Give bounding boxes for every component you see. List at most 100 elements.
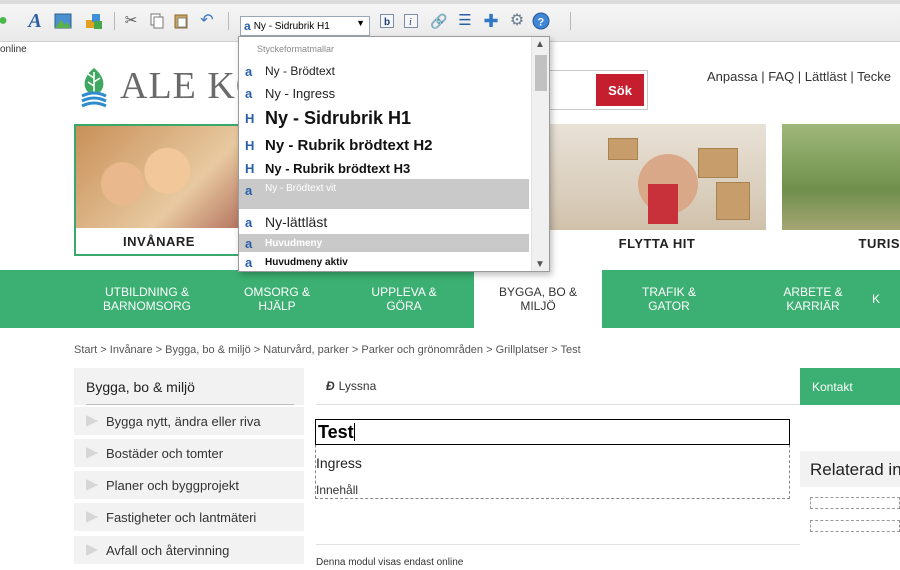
image-icon[interactable] bbox=[54, 12, 72, 30]
contact-box[interactable]: Kontakt bbox=[800, 368, 900, 405]
copy-icon[interactable] bbox=[148, 12, 166, 30]
toolbar-separator bbox=[228, 12, 229, 30]
module-note: Denna modul visas endast online bbox=[316, 557, 464, 568]
style-option-label: Ny - Brödtext bbox=[265, 64, 336, 78]
svg-text:b: b bbox=[384, 17, 390, 28]
subnav-title[interactable]: Bygga, bo & miljö bbox=[74, 368, 304, 405]
chevron-down-icon: ▼ bbox=[356, 18, 365, 28]
page-title-field[interactable]: Test bbox=[315, 419, 790, 445]
paste-icon[interactable] bbox=[172, 12, 190, 30]
undo-icon[interactable]: ↶ bbox=[198, 12, 216, 30]
tile-caption: INVÅNARE bbox=[76, 228, 242, 254]
scrollbar-thumb[interactable] bbox=[535, 55, 547, 91]
chevron-right-icon bbox=[86, 415, 98, 427]
cms-editor-page: ● A ✂ ↶ a Ny - Sidrubrik H1 ▼ b i 🔗 ☰ ✚ … bbox=[0, 0, 900, 570]
ingress-field[interactable]: Ingress bbox=[316, 455, 362, 471]
subnav-item[interactable]: Avfall och återvinning bbox=[74, 534, 304, 564]
toolbar-separator bbox=[114, 12, 115, 30]
content-field[interactable]: Innehåll bbox=[316, 483, 358, 497]
cut-icon[interactable]: ✂ bbox=[122, 12, 140, 30]
style-option[interactable]: a Ny - Brödtext bbox=[239, 61, 529, 81]
link-icon[interactable]: 🔗 bbox=[430, 12, 448, 30]
toolbar-separator bbox=[570, 12, 571, 30]
paragraph-style-dropdown: Styckeformatmallar a Ny - Brödtext a Ny - … bbox=[238, 36, 550, 272]
logo-icon bbox=[81, 68, 107, 108]
chevron-up-icon[interactable]: ▲ bbox=[535, 39, 545, 50]
chevron-right-icon bbox=[86, 544, 98, 556]
chevron-right-icon bbox=[86, 479, 98, 491]
nav-arbete[interactable]: ARBETE & KARRIÄR bbox=[736, 270, 890, 328]
style-option-selected[interactable]: a Ny - Brödtext vit bbox=[239, 179, 529, 209]
style-option-label: Huvudmeny bbox=[265, 237, 323, 249]
top-strip bbox=[0, 0, 900, 4]
text-caret bbox=[353, 423, 355, 441]
style-option-label: Ny-lättläst bbox=[265, 214, 328, 230]
heading-style-icon: H bbox=[245, 137, 255, 153]
related-placeholder[interactable] bbox=[810, 497, 900, 509]
style-option[interactable]: a Ny-lättläst bbox=[239, 211, 529, 233]
search-button[interactable]: Sök bbox=[596, 74, 644, 106]
paragraph-style-icon: a bbox=[245, 85, 253, 101]
component-icon[interactable] bbox=[84, 12, 102, 30]
list-icon[interactable]: ☰ bbox=[456, 12, 474, 30]
subnav-item[interactable]: Planer och byggprojekt bbox=[74, 469, 304, 499]
listen-button[interactable]: Ð Lyssna bbox=[326, 379, 376, 393]
circle-icon[interactable]: ● bbox=[0, 12, 12, 30]
tile-turism[interactable]: TURIS bbox=[782, 124, 900, 256]
nav-bygga[interactable]: BYGGA, BO & MILJÖ bbox=[474, 270, 602, 328]
paragraph-style-icon: a bbox=[245, 63, 253, 79]
nav-line: MILJÖ bbox=[520, 299, 556, 313]
style-option[interactable]: H Ny - Rubrik brödtext H3 bbox=[239, 158, 529, 178]
online-label: online bbox=[0, 44, 27, 55]
dropdown-scrollbar[interactable]: ▲ ▼ bbox=[531, 37, 549, 271]
related-placeholder[interactable] bbox=[810, 520, 900, 532]
insert-icon[interactable]: ✚ bbox=[482, 12, 500, 30]
top-links[interactable]: Anpassa | FAQ | Lättläst | Tecke bbox=[707, 69, 891, 84]
heading-style-icon: H bbox=[245, 160, 255, 176]
italic-icon[interactable]: i bbox=[402, 12, 420, 30]
style-option-label: Ny - Brödtext vit bbox=[265, 183, 337, 194]
tile-invanare[interactable]: INVÅNARE bbox=[74, 124, 244, 256]
paragraph-style-icon: a bbox=[245, 254, 253, 270]
style-option-label: Ny - Ingress bbox=[265, 85, 336, 101]
style-option-label: Huvudmeny aktiv bbox=[265, 256, 348, 268]
divider bbox=[316, 404, 800, 405]
paragraph-style-icon: a bbox=[245, 214, 253, 230]
subnav-item[interactable]: Bostäder och tomter bbox=[74, 437, 304, 467]
nav-omsorg[interactable]: OMSORG & HJÄLP bbox=[220, 270, 334, 328]
style-option[interactable]: H Ny - Sidrubrik H1 bbox=[239, 105, 529, 131]
subnav-item[interactable]: Fastigheter och lantmäteri bbox=[74, 501, 304, 531]
help-icon[interactable]: ? bbox=[532, 12, 550, 30]
nav-line: KARRIÄR bbox=[786, 299, 840, 313]
subnav-item-label: Fastigheter och lantmäteri bbox=[106, 509, 257, 525]
style-option-label: Ny - Sidrubrik H1 bbox=[265, 107, 412, 128]
chevron-down-icon[interactable]: ▼ bbox=[535, 259, 545, 270]
subnav-item-label: Bostäder och tomter bbox=[106, 445, 224, 461]
page-title: Test bbox=[318, 422, 354, 442]
dropdown-header: Styckeformatmallar bbox=[257, 44, 335, 54]
svg-text:i: i bbox=[409, 17, 412, 28]
subnav-item[interactable]: Bygga nytt, ändra eller riva bbox=[74, 405, 304, 435]
nav-line: UPPLEVA & bbox=[371, 285, 437, 299]
style-option-label: Ny - Rubrik brödtext H2 bbox=[265, 136, 433, 154]
nav-more[interactable]: K bbox=[872, 270, 900, 328]
paragraph-style-select[interactable]: a Ny - Sidrubrik H1 ▼ bbox=[240, 16, 370, 36]
font-color-icon[interactable]: A bbox=[26, 11, 44, 31]
settings-icon[interactable]: ⚙ bbox=[508, 12, 526, 30]
nav-uppleva[interactable]: UPPLEVA & GÖRA bbox=[334, 270, 474, 328]
nav-utbildning[interactable]: UTBILDNING & BARNOMSORG bbox=[74, 270, 220, 328]
nav-line: K bbox=[872, 292, 881, 306]
style-select-value: Ny - Sidrubrik H1 bbox=[253, 20, 330, 32]
style-option[interactable]: H Ny - Rubrik brödtext H2 bbox=[239, 133, 529, 157]
bold-icon[interactable]: b bbox=[378, 12, 396, 30]
box-image bbox=[716, 182, 750, 220]
tile-flytta-hit[interactable]: FLYTTA HIT bbox=[548, 124, 766, 256]
style-option[interactable]: a Huvudmeny aktiv bbox=[239, 253, 529, 271]
listen-label: Lyssna bbox=[338, 379, 377, 393]
tile-caption: TURIS bbox=[782, 230, 900, 256]
style-option[interactable]: a Huvudmeny bbox=[239, 234, 529, 252]
breadcrumb[interactable]: Start > Invånare > Bygga, bo & miljö > N… bbox=[74, 344, 581, 356]
family-image bbox=[648, 184, 678, 224]
nav-trafik[interactable]: TRAFIK & GATOR bbox=[602, 270, 736, 328]
style-option[interactable]: a Ny - Ingress bbox=[239, 82, 529, 104]
